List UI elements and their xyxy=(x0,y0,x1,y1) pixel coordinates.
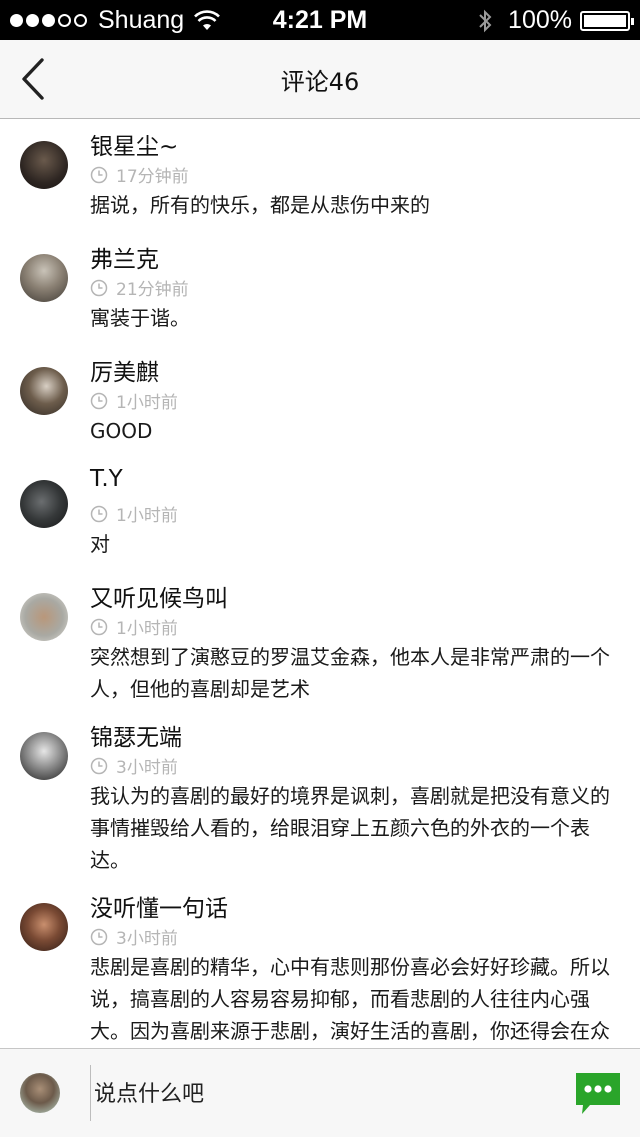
comment-username[interactable]: 弗兰克 xyxy=(90,240,159,274)
status-right: 100% xyxy=(478,6,634,35)
comment-time: 1小时前 xyxy=(116,619,178,639)
comment-text: GOOD xyxy=(90,419,153,443)
clock-icon xyxy=(90,757,108,774)
battery-icon xyxy=(580,10,634,31)
comment-time-row: 3小时前 xyxy=(90,753,178,778)
comment-time: 1小时前 xyxy=(116,506,178,526)
navigation-bar: 评论46 xyxy=(0,40,640,119)
avatar[interactable] xyxy=(20,254,68,302)
avatar[interactable] xyxy=(20,141,68,189)
chat-bubble-icon[interactable] xyxy=(576,1073,620,1115)
comment-list[interactable]: 银星尘~ 17分钟前 据说，所有的快乐，都是从悲伤中来的 弗兰克 21分钟前 寓… xyxy=(0,119,640,1048)
avatar[interactable] xyxy=(20,480,68,528)
clock-icon xyxy=(90,279,108,296)
comment-text: 寓装于谐。 xyxy=(90,306,190,330)
input-divider xyxy=(90,1065,91,1121)
comment-time: 1小时前 xyxy=(116,393,178,413)
comment-time-row: 1小时前 xyxy=(90,614,178,639)
comment-time-row: 3小时前 xyxy=(90,924,178,949)
comment-time-row: 17分钟前 xyxy=(90,162,189,187)
comment-text: 突然想到了演憨豆的罗温艾金森，他本人是非常严肃的一个人，但他的喜剧却是艺术 xyxy=(90,645,610,701)
comment-input[interactable] xyxy=(92,1073,556,1115)
comment-time-row: 1小时前 xyxy=(90,501,178,526)
avatar[interactable] xyxy=(20,732,68,780)
comment-username[interactable]: 没听懂一句话 xyxy=(90,889,228,923)
battery-percentage: 100% xyxy=(508,6,572,34)
comment-username[interactable]: T.Y xyxy=(90,466,123,492)
comment-username[interactable]: 锦瑟无端 xyxy=(90,718,182,752)
my-avatar[interactable] xyxy=(20,1073,60,1113)
comment-input-bar xyxy=(0,1048,640,1137)
clock-icon xyxy=(90,166,108,183)
avatar[interactable] xyxy=(20,903,68,951)
status-bar: Shuang 4:21 PM 100% xyxy=(0,0,640,40)
comment-text: 悲剧是喜剧的精华，心中有悲则那份喜必会好好珍藏。所以说，搞喜剧的人容易容易抑郁，… xyxy=(90,955,610,1043)
comment-time: 3小时前 xyxy=(116,758,178,778)
comment-time-row: 21分钟前 xyxy=(90,275,189,300)
comment-time: 17分钟前 xyxy=(116,167,189,187)
clock-icon xyxy=(90,618,108,635)
comment-text: 我认为的喜剧的最好的境界是讽刺，喜剧就是把没有意义的事情摧毁给人看的，给眼泪穿上… xyxy=(90,784,610,872)
comment-username[interactable]: 又听见候鸟叫 xyxy=(90,579,228,613)
comment-username[interactable]: 银星尘~ xyxy=(90,127,178,161)
comment-text: 对 xyxy=(90,532,110,556)
comment-text: 据说，所有的快乐，都是从悲伤中来的 xyxy=(90,193,430,217)
page-title: 评论46 xyxy=(280,68,360,96)
clock-icon xyxy=(90,392,108,409)
comment-time-row: 1小时前 xyxy=(90,388,178,413)
bluetooth-icon xyxy=(479,9,492,32)
avatar[interactable] xyxy=(20,367,68,415)
avatar[interactable] xyxy=(20,593,68,641)
comment-username[interactable]: 厉美麒 xyxy=(90,353,159,387)
clock-icon xyxy=(90,928,108,945)
comment-time: 21分钟前 xyxy=(116,280,189,300)
comment-time: 3小时前 xyxy=(116,929,178,949)
clock-icon xyxy=(90,505,108,522)
